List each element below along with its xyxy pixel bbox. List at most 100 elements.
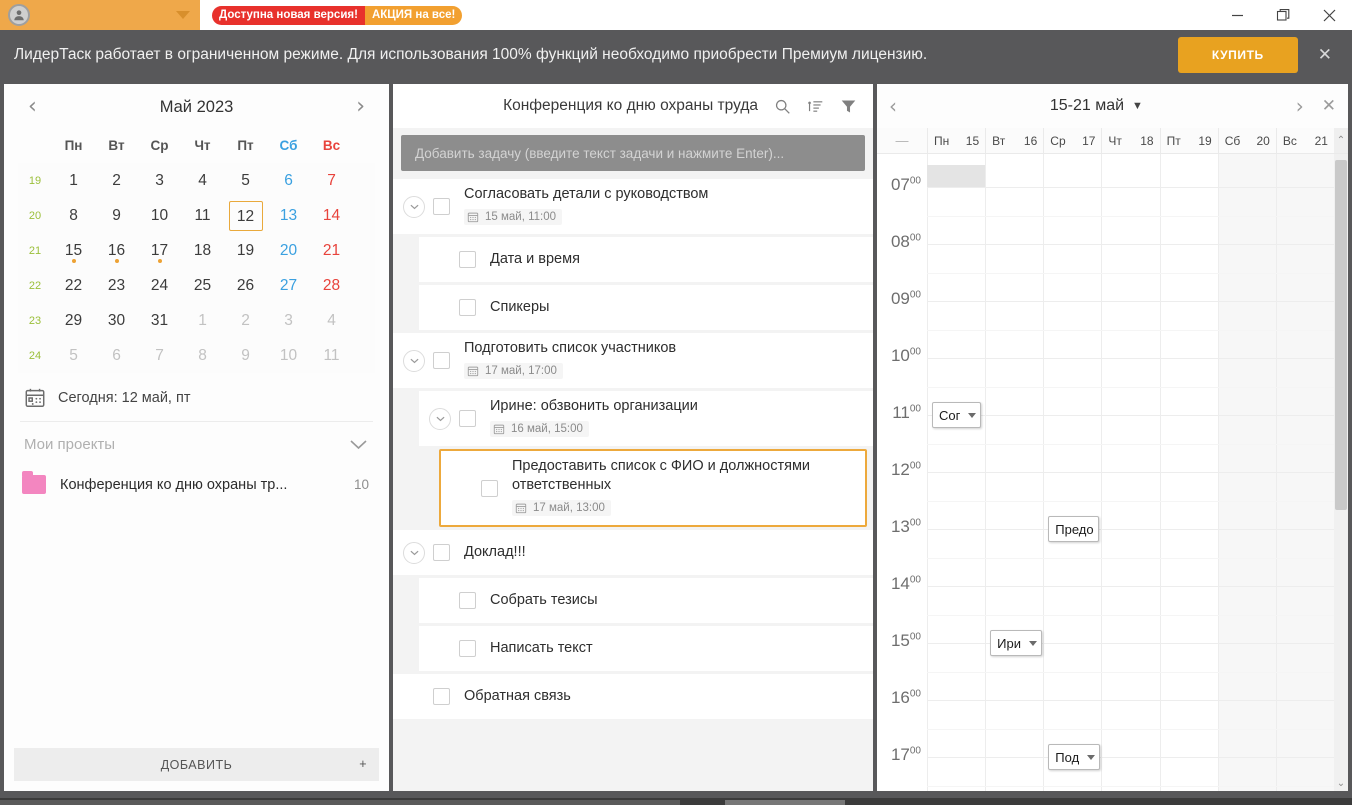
week-range[interactable]: 15-21 май ▼ [897, 97, 1296, 115]
chevron-down-icon[interactable] [1087, 754, 1096, 760]
add-project-button[interactable]: ДОБАВИТЬ + [14, 748, 379, 781]
mini-calendar-day[interactable]: 7 [138, 347, 181, 365]
search-icon[interactable] [774, 98, 791, 115]
mini-calendar-day[interactable]: 7 [310, 172, 353, 190]
chevron-down-icon[interactable] [403, 541, 425, 564]
add-task-input[interactable]: Добавить задачу (введите текст задачи и … [401, 135, 865, 171]
task-row[interactable]: Ирине: обзвонить организации 16 май, 15:0… [419, 391, 873, 446]
mini-calendar-day[interactable]: 26 [224, 277, 267, 295]
scrollbar-thumb[interactable] [1335, 160, 1347, 510]
task-row[interactable]: Подготовить список участников 17 май, 17:… [393, 333, 873, 388]
task-row[interactable]: Дата и время [419, 237, 873, 282]
mini-calendar-next-button[interactable]: › [356, 96, 365, 118]
mini-calendar-day[interactable]: 19 [224, 242, 267, 260]
mini-calendar-day[interactable]: 10 [267, 347, 310, 365]
week-day-header[interactable]: Вт 16 [985, 128, 1043, 153]
badge-sale[interactable]: АКЦИЯ на все! [364, 5, 463, 25]
mini-calendar-day[interactable]: 2 [95, 172, 138, 190]
mini-calendar-day[interactable]: 18 [181, 242, 224, 260]
mini-calendar-day[interactable]: 1 [52, 172, 95, 190]
mini-calendar-day[interactable]: 10 [138, 207, 181, 225]
mini-calendar-day[interactable]: 2 [224, 312, 267, 330]
chevron-down-icon[interactable]: ▼ [1132, 100, 1143, 112]
task-checkbox[interactable] [433, 198, 450, 215]
week-grid[interactable]: Сог Предо Ири Под [927, 154, 1334, 791]
mini-calendar-day[interactable]: 1 [181, 312, 224, 330]
mini-calendar-day[interactable]: 17 [138, 242, 181, 263]
mini-calendar-day[interactable]: 29 [52, 312, 95, 330]
task-checkbox[interactable] [459, 299, 476, 316]
minimize-button[interactable] [1214, 0, 1260, 30]
task-due-date[interactable]: 16 май, 15:00 [490, 421, 589, 437]
promo-badges[interactable]: Доступна новая версия! АКЦИЯ на все! [200, 0, 463, 30]
task-checkbox[interactable] [459, 640, 476, 657]
task-checkbox[interactable] [481, 479, 498, 497]
calendar-event[interactable]: Сог [932, 402, 982, 428]
mini-calendar-day[interactable]: 30 [95, 312, 138, 330]
mini-calendar-day[interactable]: 22 [52, 277, 95, 295]
mini-calendar-day[interactable]: 14 [310, 207, 353, 225]
task-row[interactable]: Написать текст [419, 626, 873, 671]
mini-calendar-day[interactable]: 31 [138, 312, 181, 330]
task-due-date[interactable]: 17 май, 17:00 [464, 363, 563, 379]
task-due-date[interactable]: 15 май, 11:00 [464, 209, 563, 225]
chevron-down-icon[interactable] [176, 11, 190, 19]
today-row[interactable]: Сегодня: 12 май, пт [4, 373, 389, 421]
week-close-button[interactable]: ✕ [1322, 96, 1336, 116]
mini-calendar-prev-button[interactable]: ‹ [28, 96, 37, 118]
account-area[interactable] [0, 0, 200, 30]
week-day-header[interactable]: Пт 19 [1159, 128, 1218, 153]
mini-calendar-day[interactable]: 8 [52, 207, 95, 225]
buy-button[interactable]: КУПИТЬ [1177, 36, 1298, 73]
week-prev-button[interactable]: ‹ [889, 94, 897, 118]
mini-calendar-day[interactable]: 25 [181, 277, 224, 295]
task-due-date[interactable]: 17 май, 13:00 [512, 500, 611, 516]
week-day-header[interactable]: Чт 18 [1101, 128, 1159, 153]
mini-calendar-day[interactable]: 3 [267, 312, 310, 330]
mini-calendar-day[interactable]: 12 [224, 200, 267, 231]
mini-calendar-day[interactable]: 16 [95, 242, 138, 263]
task-row[interactable]: Обратная связь [393, 674, 873, 719]
task-row[interactable]: Доклад!!! [393, 530, 873, 575]
chevron-down-icon[interactable] [403, 195, 425, 218]
week-scrollbar[interactable]: ⌄ [1334, 154, 1348, 791]
chevron-down-icon[interactable] [968, 412, 977, 418]
filter-icon[interactable] [840, 98, 857, 115]
mini-calendar-day[interactable]: 11 [181, 207, 224, 225]
mini-calendar-day[interactable]: 5 [224, 172, 267, 190]
projects-header[interactable]: Мои проекты [4, 422, 389, 465]
mini-calendar-day[interactable]: 8 [181, 347, 224, 365]
mini-calendar-day[interactable]: 4 [181, 172, 224, 190]
calendar-event[interactable]: Под [1048, 744, 1101, 770]
close-button[interactable] [1306, 0, 1352, 30]
task-row[interactable]: Спикеры [419, 285, 873, 330]
week-next-button[interactable]: › [1296, 94, 1304, 118]
chevron-down-icon[interactable] [403, 349, 425, 372]
mini-calendar-day[interactable]: 13 [267, 207, 310, 225]
task-row[interactable]: Предоставить список с ФИО и должностями … [439, 449, 867, 527]
week-day-header[interactable]: Сб 20 [1217, 128, 1276, 153]
mini-calendar-day[interactable]: 11 [310, 347, 353, 365]
mini-calendar-day[interactable]: 6 [267, 172, 310, 190]
banner-close-button[interactable]: ✕ [1318, 45, 1332, 65]
mini-calendar-day[interactable]: 21 [310, 242, 353, 260]
chevron-down-icon[interactable] [350, 439, 367, 450]
mini-calendar-day[interactable]: 6 [95, 347, 138, 365]
scroll-up-button[interactable]: ⌃ [1334, 128, 1348, 153]
week-day-header[interactable]: Ср 17 [1043, 128, 1101, 153]
task-row[interactable]: Согласовать детали с руководством 15 май,… [393, 179, 873, 234]
task-checkbox[interactable] [433, 688, 450, 705]
mini-calendar-day[interactable]: 27 [267, 277, 310, 295]
scroll-down-button[interactable]: ⌄ [1334, 778, 1348, 789]
mini-calendar-day[interactable]: 5 [52, 347, 95, 365]
task-checkbox[interactable] [459, 592, 476, 609]
mini-calendar-day[interactable]: 4 [310, 312, 353, 330]
chevron-down-icon[interactable] [429, 407, 451, 430]
task-checkbox[interactable] [433, 352, 450, 369]
week-day-header[interactable]: Вс 21 [1275, 128, 1334, 153]
task-checkbox[interactable] [459, 410, 476, 427]
avatar[interactable] [8, 4, 30, 26]
mini-calendar-day[interactable]: 24 [138, 277, 181, 295]
mini-calendar-day[interactable]: 28 [310, 277, 353, 295]
sort-icon[interactable] [807, 98, 824, 115]
